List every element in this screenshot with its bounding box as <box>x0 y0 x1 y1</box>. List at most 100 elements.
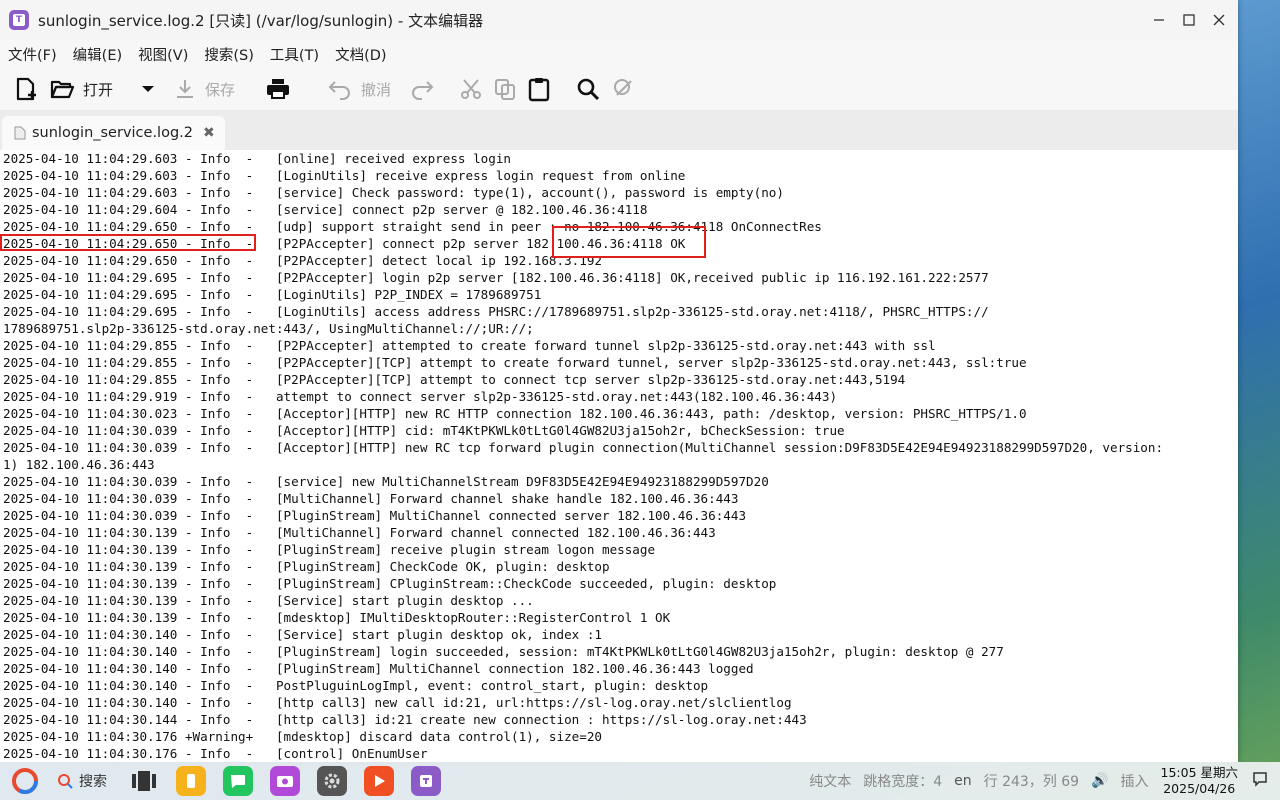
system-tray: 纯文本 跳格宽度：4 en 行 243，列 69 🔊 插入 15:05 星期六 … <box>809 762 1280 800</box>
save-button[interactable]: 保存 <box>168 71 240 107</box>
title-bar: T sunlogin_service.log.2 [只读] (/var/log/… <box>0 0 1238 40</box>
status-tab-width[interactable]: 跳格宽度：4 <box>863 771 942 791</box>
log-line: 2025-04-10 11:04:30.140 - Info - [Plugin… <box>3 644 1004 659</box>
media-player-icon <box>375 775 385 787</box>
tab-bar: sunlogin_service.log.2 ✖ <box>0 110 1238 150</box>
text-editor-app-icon: T <box>9 10 29 30</box>
copy-icon <box>495 79 516 100</box>
clock-date: 2025/04/26 <box>1163 781 1236 796</box>
search-label: 搜索 <box>79 774 107 790</box>
menu-file[interactable]: 文件(F) <box>4 44 61 65</box>
tab-close-icon[interactable]: ✖ <box>203 125 215 141</box>
log-line: 2025-04-10 11:04:30.023 - Info - [Accept… <box>3 406 1027 421</box>
log-line: 2025-04-10 11:04:30.039 - Info - [Accept… <box>3 423 845 438</box>
log-line: 2025-04-10 11:04:30.140 - Info - [Plugin… <box>3 661 754 676</box>
paste-button[interactable] <box>522 71 556 107</box>
status-position: 行 243，列 69 <box>983 774 1080 790</box>
taskbar-app-camera[interactable] <box>270 766 300 796</box>
new-file-icon <box>16 77 36 101</box>
new-button[interactable] <box>8 71 44 107</box>
launcher-button[interactable] <box>10 766 40 796</box>
close-button[interactable] <box>1204 5 1234 35</box>
notification-icon[interactable] <box>1252 771 1268 791</box>
recent-dropdown-button[interactable] <box>136 71 160 107</box>
log-line: 2025-04-10 11:04:30.176 +Warning+ [mdesk… <box>3 729 602 744</box>
redo-icon <box>412 81 434 100</box>
chat-icon <box>231 775 245 788</box>
file-manager-icon <box>187 774 195 788</box>
tab-document[interactable]: sunlogin_service.log.2 ✖ <box>2 116 225 150</box>
menu-tools[interactable]: 工具(T) <box>266 44 323 65</box>
log-line: 2025-04-10 11:04:30.039 - Info - [Plugin… <box>3 508 747 523</box>
log-line: 2025-04-10 11:04:29.855 - Info - [P2PAcc… <box>3 372 906 387</box>
log-line: 2025-04-10 11:04:30.139 - Info - [Servic… <box>3 593 534 608</box>
log-line: 2025-04-10 11:04:30.039 - Info - [servic… <box>3 474 769 489</box>
dropdown-arrow-icon <box>142 86 155 92</box>
search-icon <box>58 774 73 789</box>
undo-button[interactable]: 撤消 <box>322 71 396 107</box>
log-line: 2025-04-10 11:04:30.140 - Info - [Servic… <box>3 627 602 642</box>
taskbar-app-media[interactable] <box>364 766 394 796</box>
text-view[interactable]: 2025-04-10 11:04:29.603 - Info - [online… <box>0 150 1238 762</box>
log-line: 2025-04-10 11:04:30.039 - Info - [Accept… <box>3 440 1164 455</box>
taskbar: 搜索 纯文本 跳格宽度：4 en 行 243，列 69 🔊 插入 15:05 星… <box>0 762 1280 800</box>
clock[interactable]: 15:05 星期六 2025/04/26 <box>1161 765 1239 797</box>
minimize-button[interactable] <box>1144 5 1174 35</box>
log-line: 2025-04-10 11:04:29.855 - Info - [P2PAcc… <box>3 338 936 353</box>
find-button[interactable] <box>570 71 606 107</box>
search-icon <box>577 78 600 101</box>
volume-icon[interactable]: 🔊 <box>1091 773 1108 789</box>
minimize-icon <box>1154 19 1164 21</box>
highlight-box-address <box>552 226 706 258</box>
menu-documents[interactable]: 文档(D) <box>331 44 390 65</box>
log-line: 2025-04-10 11:04:29.695 - Info - [LoginU… <box>3 287 542 302</box>
replace-button[interactable] <box>606 71 642 107</box>
log-line: 2025-04-10 11:04:30.139 - Info - [Plugin… <box>3 559 610 574</box>
status-insert: 插入 <box>1120 774 1149 790</box>
multitask-view-button[interactable] <box>129 766 159 796</box>
notification-bubble-icon <box>1253 772 1267 787</box>
text-editor-icon <box>420 775 432 787</box>
taskbar-app-chat[interactable] <box>223 766 253 796</box>
window-title: sunlogin_service.log.2 [只读] (/var/log/su… <box>38 11 484 30</box>
gear-icon <box>324 773 340 789</box>
tab-label: sunlogin_service.log.2 <box>32 125 193 141</box>
copy-button[interactable] <box>488 71 522 107</box>
log-line: 2025-04-10 11:04:29.695 - Info - [LoginU… <box>3 304 989 319</box>
log-line: 2025-04-10 11:04:30.139 - Info - [Plugin… <box>3 542 656 557</box>
log-line: 2025-04-10 11:04:29.855 - Info - [P2PAcc… <box>3 355 1027 370</box>
taskbar-app-settings[interactable] <box>317 766 347 796</box>
log-line: 1) 182.100.46.36:443 <box>3 457 155 472</box>
log-line: 2025-04-10 11:04:30.140 - Info - [http c… <box>3 695 792 710</box>
print-button[interactable] <box>260 71 296 107</box>
log-line: 2025-04-10 11:04:30.139 - Info - [mdeskt… <box>3 610 671 625</box>
maximize-button[interactable] <box>1174 5 1204 35</box>
menu-edit[interactable]: 编辑(E) <box>69 44 126 65</box>
open-label: 打开 <box>83 80 114 99</box>
document-icon <box>14 126 26 140</box>
printer-icon <box>267 79 290 99</box>
menu-view[interactable]: 视图(V) <box>134 44 192 65</box>
taskbar-app-text-editor[interactable] <box>411 766 441 796</box>
launcher-icon <box>12 768 38 794</box>
open-button[interactable]: 打开 <box>44 71 118 107</box>
redo-button[interactable] <box>404 71 440 107</box>
menu-search[interactable]: 搜索(S) <box>200 44 258 65</box>
log-line: 2025-04-10 11:04:30.039 - Info - [MultiC… <box>3 491 739 506</box>
log-line: 2025-04-10 11:04:30.139 - Info - [MultiC… <box>3 525 716 540</box>
log-line: 2025-04-10 11:04:30.176 - Info - [contro… <box>3 746 428 761</box>
status-format[interactable]: 纯文本 <box>809 771 851 791</box>
taskbar-search[interactable]: 搜索 <box>57 771 107 791</box>
log-line: 2025-04-10 11:04:29.603 - Info - [LoginU… <box>3 168 686 183</box>
log-line: 2025-04-10 11:04:29.919 - Info - attempt… <box>3 389 838 404</box>
log-line: 2025-04-10 11:04:30.144 - Info - [http c… <box>3 712 807 727</box>
log-line: 1789689751.slp2p-336125-std.oray.net:443… <box>3 321 534 336</box>
toolbar: 打开 保存 撤消 <box>0 68 1238 110</box>
log-line: 2025-04-10 11:04:29.603 - Info - [online… <box>3 151 511 166</box>
clock-time: 15:05 星期六 <box>1160 765 1239 780</box>
camera-icon <box>277 776 293 787</box>
taskbar-app-files[interactable] <box>176 766 206 796</box>
folder-open-icon <box>50 80 75 99</box>
cut-button[interactable] <box>454 71 488 107</box>
language-indicator[interactable]: en <box>954 773 972 789</box>
